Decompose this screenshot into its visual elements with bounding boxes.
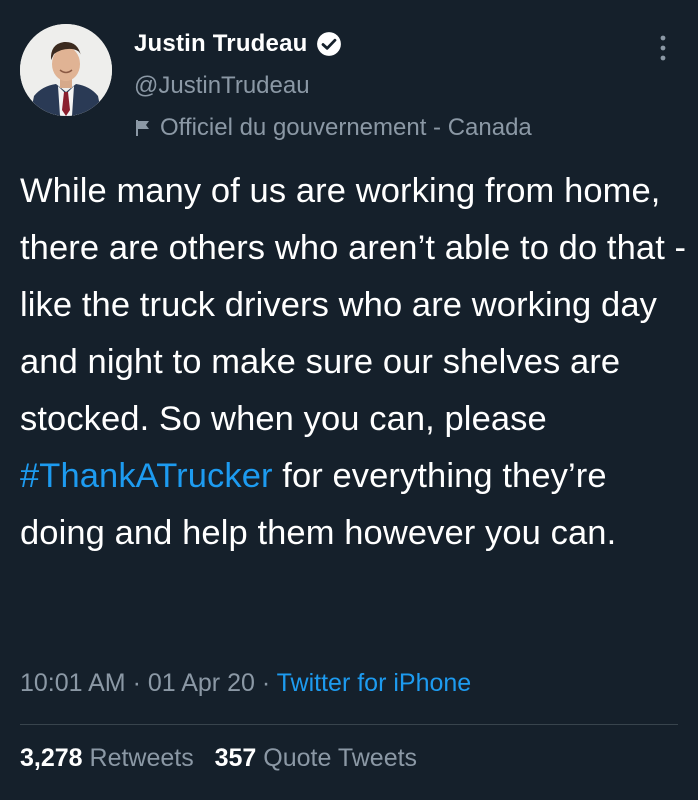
avatar[interactable] <box>20 24 112 116</box>
tweet-source-link[interactable]: Twitter for iPhone <box>277 669 472 697</box>
tweet-meta: 10:01 AM · 01 Apr 20 · Twitter for iPhon… <box>20 669 471 698</box>
retweets-stat[interactable]: 3,278 Retweets <box>20 744 194 772</box>
more-options-icon[interactable] <box>658 34 668 62</box>
divider <box>20 724 678 725</box>
tweet-time[interactable]: 10:01 AM <box>20 669 126 697</box>
government-label[interactable]: Officiel du gouvernement - Canada <box>160 114 532 142</box>
hashtag-link[interactable]: #ThankATrucker <box>20 457 273 495</box>
quote-tweets-count: 357 <box>214 744 257 772</box>
meta-separator: · <box>254 669 277 697</box>
author-handle[interactable]: @JustinTrudeau <box>134 72 310 100</box>
meta-separator: · <box>125 669 148 697</box>
tweet-stats: 3,278 Retweets 357 Quote Tweets <box>20 744 417 773</box>
author-display-name[interactable]: Justin Trudeau <box>134 30 308 58</box>
tweet-text: While many of us are working from home, … <box>20 163 688 562</box>
tweet-date[interactable]: 01 Apr 20 <box>148 669 255 697</box>
author-name-row: Justin Trudeau <box>134 30 342 58</box>
retweets-label: Retweets <box>89 744 194 772</box>
flag-icon <box>136 120 149 136</box>
tweet-text-before: While many of us are working from home, … <box>20 172 687 438</box>
retweets-count: 3,278 <box>20 744 83 772</box>
profile-photo-icon <box>20 24 112 116</box>
quote-tweets-stat[interactable]: 357 Quote Tweets <box>215 744 417 772</box>
quote-tweets-label: Quote Tweets <box>263 744 418 772</box>
verified-badge-icon <box>316 32 341 56</box>
government-label-row: Officiel du gouvernement - Canada <box>134 114 532 142</box>
